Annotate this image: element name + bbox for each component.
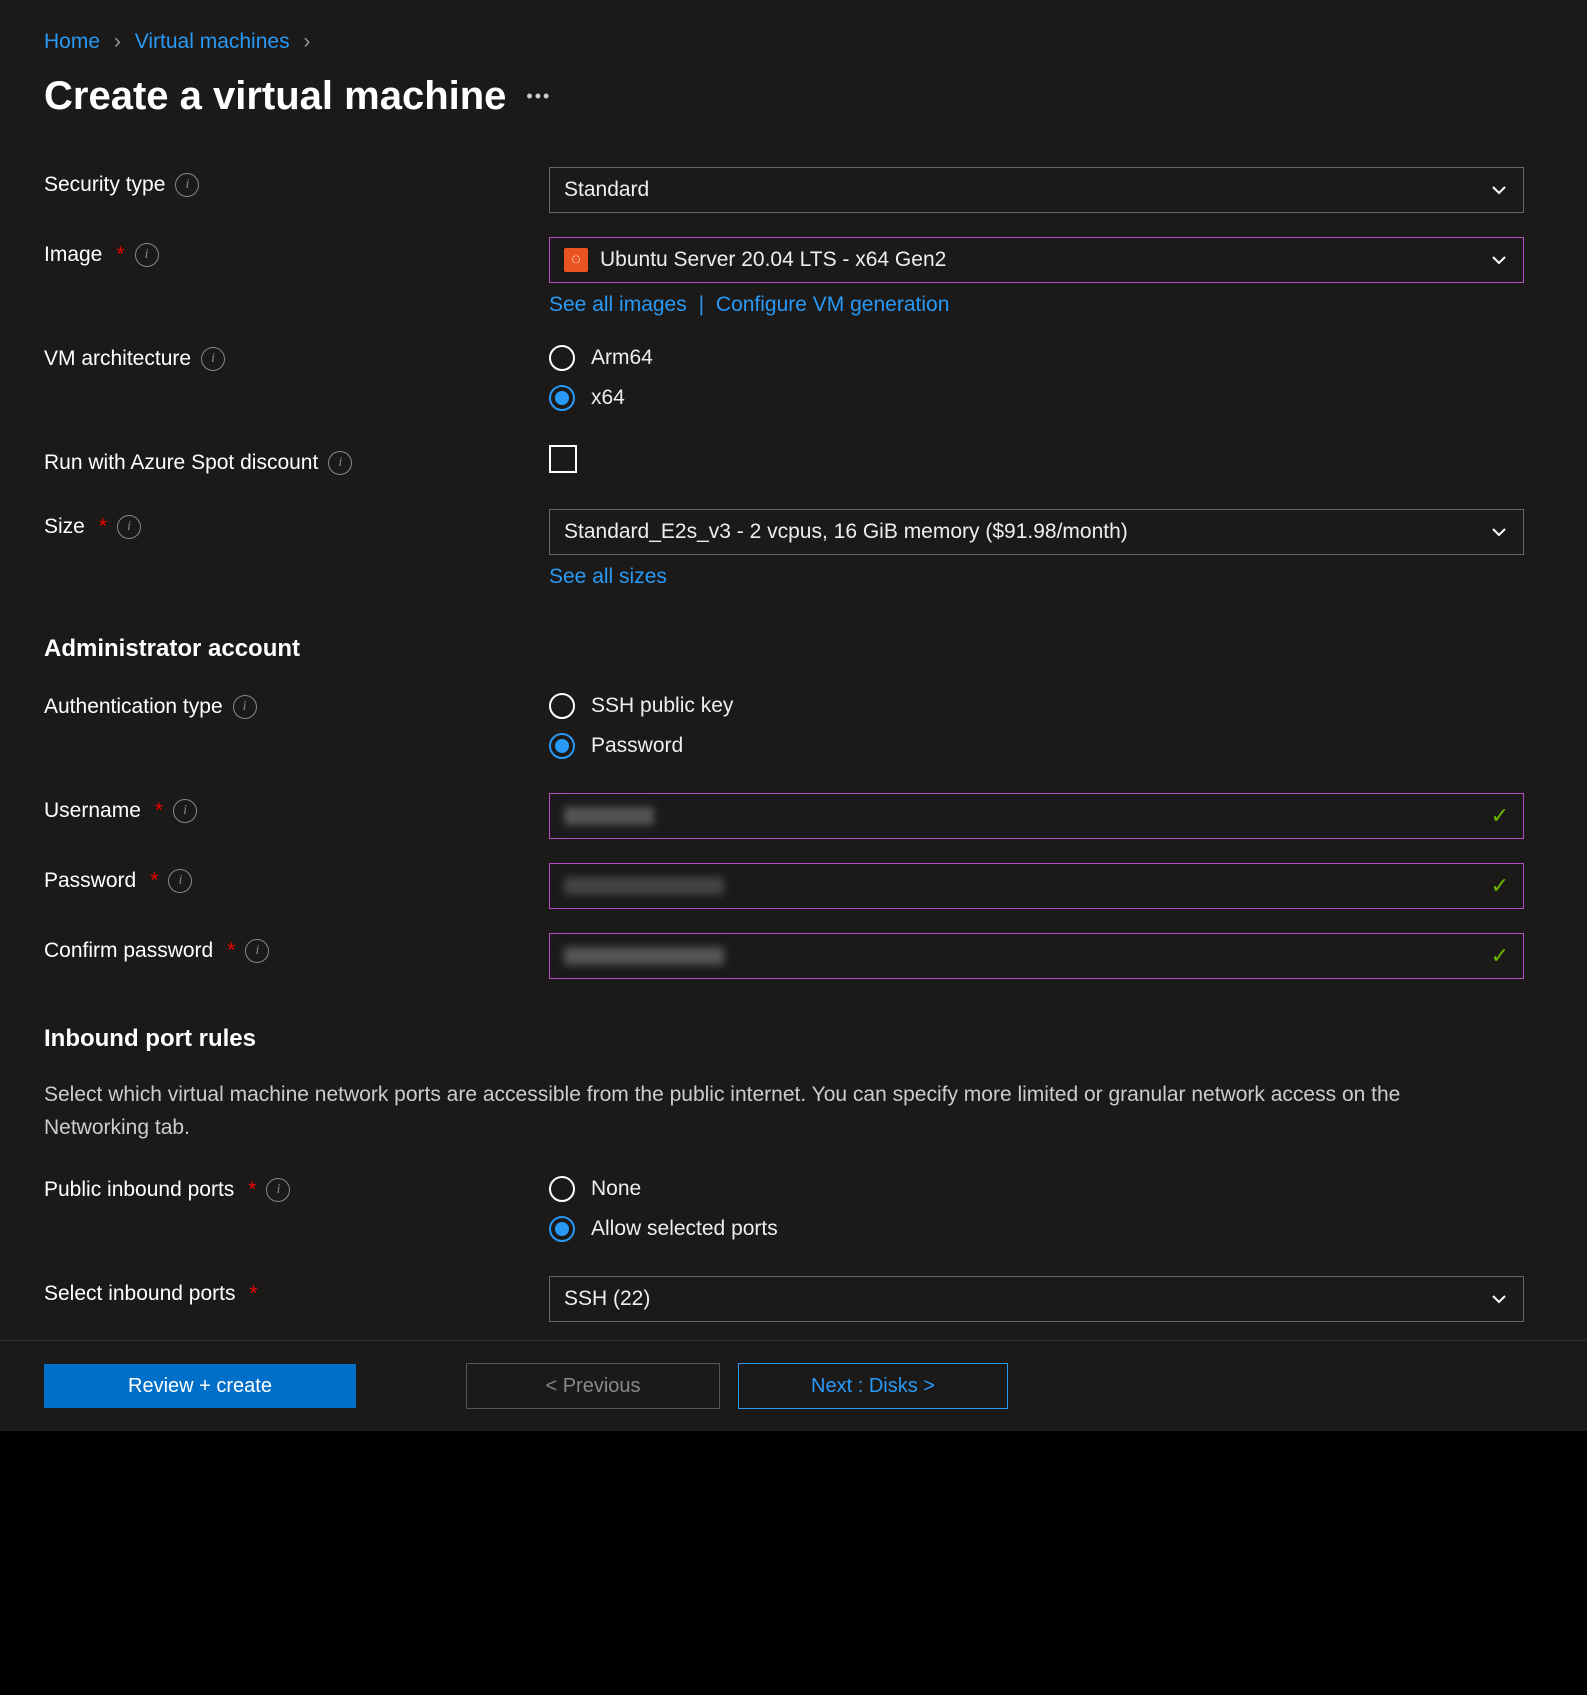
image-select[interactable]: ◌ Ubuntu Server 20.04 LTS - x64 Gen2 xyxy=(549,237,1524,283)
inbound-rules-heading: Inbound port rules xyxy=(44,1025,1543,1053)
checkmark-icon: ✓ xyxy=(1491,943,1509,969)
checkmark-icon: ✓ xyxy=(1491,803,1509,829)
info-icon[interactable]: i xyxy=(168,869,192,893)
obscured-text xyxy=(564,877,724,895)
chevron-right-icon: › xyxy=(114,30,121,53)
inbound-rules-description: Select which virtual machine network por… xyxy=(44,1079,1504,1144)
chevron-down-icon xyxy=(1489,1289,1509,1309)
ubuntu-icon: ◌ xyxy=(564,248,588,272)
info-icon[interactable]: i xyxy=(135,243,159,267)
image-label: Image xyxy=(44,243,102,267)
required-icon: * xyxy=(150,869,158,893)
auth-type-label: Authentication type xyxy=(44,695,223,719)
info-icon[interactable]: i xyxy=(201,347,225,371)
spot-discount-checkbox[interactable] xyxy=(549,445,577,473)
inbound-allow-label: Allow selected ports xyxy=(591,1217,778,1241)
inbound-none-radio[interactable]: None xyxy=(549,1176,1524,1202)
size-label: Size xyxy=(44,515,85,539)
required-icon: * xyxy=(116,243,124,267)
image-value: Ubuntu Server 20.04 LTS - x64 Gen2 xyxy=(600,248,946,272)
select-inbound-ports-select[interactable]: SSH (22) xyxy=(549,1276,1524,1322)
select-inbound-ports-label: Select inbound ports xyxy=(44,1282,235,1306)
confirm-password-label: Confirm password xyxy=(44,939,213,963)
inbound-allow-radio[interactable]: Allow selected ports xyxy=(549,1216,1524,1242)
username-label: Username xyxy=(44,799,141,823)
arch-arm64-label: Arm64 xyxy=(591,346,653,370)
security-type-select[interactable]: Standard xyxy=(549,167,1524,213)
see-all-sizes-link[interactable]: See all sizes xyxy=(549,565,667,588)
breadcrumb: Home › Virtual machines › xyxy=(44,30,1543,54)
public-inbound-ports-label: Public inbound ports xyxy=(44,1178,234,1202)
required-icon: * xyxy=(155,799,163,823)
arch-x64-label: x64 xyxy=(591,386,625,410)
vm-architecture-label: VM architecture xyxy=(44,347,191,371)
auth-password-radio[interactable]: Password xyxy=(549,733,1524,759)
radio-icon xyxy=(549,1176,575,1202)
arch-arm64-radio[interactable]: Arm64 xyxy=(549,345,1524,371)
auth-password-label: Password xyxy=(591,734,683,758)
info-icon[interactable]: i xyxy=(245,939,269,963)
select-inbound-ports-value: SSH (22) xyxy=(564,1287,650,1311)
security-type-label: Security type xyxy=(44,173,165,197)
radio-icon xyxy=(549,733,575,759)
arch-x64-radio[interactable]: x64 xyxy=(549,385,1524,411)
info-icon[interactable]: i xyxy=(233,695,257,719)
checkmark-icon: ✓ xyxy=(1491,873,1509,899)
obscured-text xyxy=(564,807,654,825)
obscured-text xyxy=(564,947,724,965)
configure-vm-generation-link[interactable]: Configure VM generation xyxy=(716,293,949,316)
previous-button[interactable]: < Previous xyxy=(466,1363,720,1409)
see-all-images-link[interactable]: See all images xyxy=(549,293,687,316)
chevron-right-icon: › xyxy=(303,30,310,53)
admin-account-heading: Administrator account xyxy=(44,635,1543,663)
required-icon: * xyxy=(227,939,235,963)
info-icon[interactable]: i xyxy=(117,515,141,539)
breadcrumb-home[interactable]: Home xyxy=(44,30,100,53)
required-icon: * xyxy=(248,1178,256,1202)
page-title: Create a virtual machine xyxy=(44,74,506,119)
password-label: Password xyxy=(44,869,136,893)
info-icon[interactable]: i xyxy=(328,451,352,475)
breadcrumb-virtual-machines[interactable]: Virtual machines xyxy=(135,30,290,53)
review-create-button[interactable]: Review + create xyxy=(44,1364,356,1408)
auth-ssh-label: SSH public key xyxy=(591,694,733,718)
chevron-down-icon xyxy=(1489,250,1509,270)
required-icon: * xyxy=(99,515,107,539)
info-icon[interactable]: i xyxy=(175,173,199,197)
next-disks-button[interactable]: Next : Disks > xyxy=(738,1363,1008,1409)
username-input[interactable]: ✓ xyxy=(549,793,1524,839)
radio-icon xyxy=(549,345,575,371)
radio-icon xyxy=(549,693,575,719)
password-input[interactable]: ✓ xyxy=(549,863,1524,909)
spot-discount-label: Run with Azure Spot discount xyxy=(44,451,318,475)
size-value: Standard_E2s_v3 - 2 vcpus, 16 GiB memory… xyxy=(564,520,1128,544)
required-icon: * xyxy=(249,1282,257,1306)
more-icon[interactable]: ••• xyxy=(526,86,551,107)
info-icon[interactable]: i xyxy=(266,1178,290,1202)
chevron-down-icon xyxy=(1489,522,1509,542)
radio-icon xyxy=(549,385,575,411)
info-icon[interactable]: i xyxy=(173,799,197,823)
security-type-value: Standard xyxy=(564,178,649,202)
chevron-down-icon xyxy=(1489,180,1509,200)
inbound-none-label: None xyxy=(591,1177,641,1201)
auth-ssh-radio[interactable]: SSH public key xyxy=(549,693,1524,719)
confirm-password-input[interactable]: ✓ xyxy=(549,933,1524,979)
size-select[interactable]: Standard_E2s_v3 - 2 vcpus, 16 GiB memory… xyxy=(549,509,1524,555)
radio-icon xyxy=(549,1216,575,1242)
